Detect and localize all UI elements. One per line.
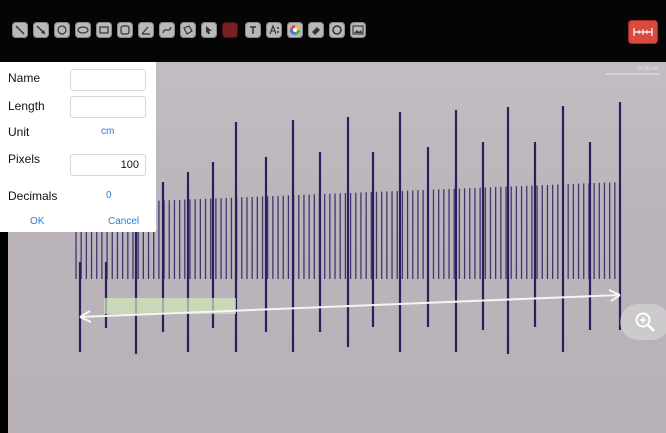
rounded-rect-icon[interactable] bbox=[117, 22, 133, 38]
image-icon[interactable] bbox=[350, 22, 366, 38]
cancel-button[interactable]: Cancel bbox=[108, 216, 139, 227]
circle-icon[interactable] bbox=[54, 22, 70, 38]
color-swatch-icon[interactable] bbox=[222, 22, 238, 38]
name-field[interactable] bbox=[70, 69, 146, 91]
text-style-icon[interactable] bbox=[266, 22, 282, 38]
decimals-label: Decimals bbox=[8, 189, 58, 203]
polygon-icon[interactable] bbox=[180, 22, 196, 38]
name-label: Name bbox=[8, 71, 41, 85]
ellipse-icon[interactable] bbox=[75, 22, 91, 38]
unit-label: Unit bbox=[8, 125, 30, 139]
scale-bar-label: 10.00 cm bbox=[637, 66, 658, 72]
arrow-line-icon[interactable] bbox=[33, 22, 49, 38]
circle-outline-icon[interactable] bbox=[329, 22, 345, 38]
ruler-calibration-icon[interactable] bbox=[628, 20, 658, 44]
rectangle-icon[interactable] bbox=[96, 22, 112, 38]
curve-icon[interactable] bbox=[159, 22, 175, 38]
color-wheel-icon[interactable] bbox=[287, 22, 303, 38]
ok-button[interactable]: OK bbox=[30, 216, 44, 227]
text-icon[interactable] bbox=[245, 22, 261, 38]
decimals-value[interactable]: 0 bbox=[106, 190, 112, 201]
line-icon[interactable] bbox=[12, 22, 28, 38]
calibration-panel: Name Length Unit cm Pixels 100 Decimals … bbox=[0, 62, 156, 232]
angle-icon[interactable] bbox=[138, 22, 154, 38]
pixels-field[interactable]: 100 bbox=[70, 154, 146, 176]
pixels-label: Pixels bbox=[8, 152, 41, 166]
pointer-icon[interactable] bbox=[201, 22, 217, 38]
eraser-icon[interactable] bbox=[308, 22, 324, 38]
unit-value[interactable]: cm bbox=[101, 126, 114, 137]
toolbar bbox=[0, 0, 666, 62]
length-label: Length bbox=[8, 99, 45, 113]
length-field[interactable] bbox=[70, 96, 146, 118]
zoom-in-icon[interactable] bbox=[620, 304, 666, 340]
